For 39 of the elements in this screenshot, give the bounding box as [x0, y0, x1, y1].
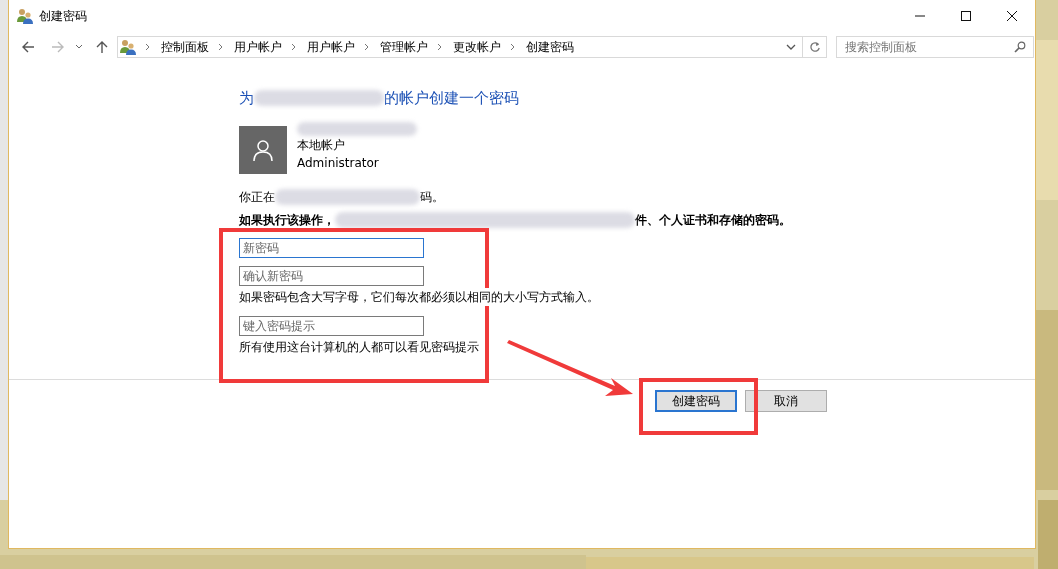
- avatar-icon: [239, 126, 287, 174]
- users-icon: [120, 39, 136, 55]
- notice-text: 码。: [420, 188, 444, 206]
- search-field[interactable]: 搜索控制面板: [836, 36, 1034, 58]
- password-field[interactable]: 键入密码提示: [239, 316, 424, 336]
- back-arrow-icon[interactable]: [21, 40, 35, 54]
- warning-text: 如果执行该操作，: [239, 211, 335, 229]
- chevron-right-icon: [218, 43, 224, 51]
- hint-text: 所有使用这台计算机的人都可以看见密码提示: [239, 338, 479, 356]
- chevron-down-icon[interactable]: [786, 43, 796, 51]
- warning-text: 件、个人证书和存储的密码。: [635, 211, 791, 229]
- search-icon[interactable]: [1014, 41, 1026, 53]
- breadcrumb-item[interactable]: 控制面板: [161, 38, 209, 56]
- chevron-down-icon[interactable]: [75, 43, 83, 51]
- breadcrumb-item[interactable]: 管理帐户: [380, 38, 428, 56]
- chevron-right-icon: [364, 43, 370, 51]
- heading-text: 的帐户创建一个密码: [384, 88, 519, 108]
- notice-text: 你正在: [239, 188, 275, 206]
- breadcrumb-item[interactable]: 更改帐户: [453, 38, 501, 56]
- window-title: 创建密码: [39, 7, 87, 25]
- chevron-right-icon: [510, 43, 516, 51]
- account-role: Administrator: [297, 155, 379, 172]
- dialog-button[interactable]: 创建密码: [655, 390, 737, 412]
- password-field[interactable]: 确认新密码: [239, 266, 424, 286]
- users-icon: [17, 8, 33, 24]
- breadcrumb-item[interactable]: 用户帐户: [307, 38, 355, 56]
- up-arrow-icon[interactable]: [95, 40, 109, 54]
- refresh-icon[interactable]: [808, 41, 821, 53]
- address-bar[interactable]: 控制面板 用户帐户 用户帐户 管理帐户 更改帐户 创建密码: [117, 36, 803, 58]
- breadcrumb-item[interactable]: 用户帐户: [234, 38, 282, 56]
- refresh-button[interactable]: [803, 36, 827, 58]
- heading-text: 为: [239, 88, 254, 108]
- chevron-right-icon: [145, 43, 151, 51]
- account-type: 本地帐户: [297, 137, 345, 154]
- dialog-button[interactable]: 取消: [745, 390, 827, 412]
- chevron-right-icon: [291, 43, 297, 51]
- password-field[interactable]: 新密码: [239, 238, 424, 258]
- chevron-right-icon: [437, 43, 443, 51]
- breadcrumb-item[interactable]: 创建密码: [526, 38, 574, 56]
